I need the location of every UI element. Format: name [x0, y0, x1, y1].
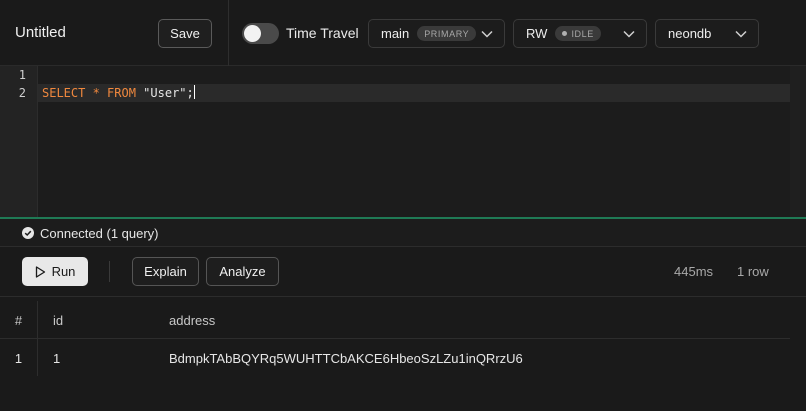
editor-scrollbar[interactable] — [790, 66, 806, 217]
sql-table-name: "User"; — [135, 86, 194, 100]
branch-value: main — [381, 26, 410, 41]
line-number: 1 — [18, 68, 26, 82]
chevron-down-icon — [734, 27, 748, 41]
time-travel-toggle[interactable] — [242, 23, 279, 44]
table-header-row: # id address — [0, 301, 790, 339]
query-actions-bar: Run Explain Analyze 445ms 1 row — [0, 247, 806, 297]
mode-badge-label: IDLE — [571, 28, 594, 39]
results-table: # id address 1 1 BdmpkTAbBQYRq5WUHTTCbAK… — [0, 298, 790, 377]
branch-select[interactable]: main PRIMARY — [368, 19, 505, 48]
run-label: Run — [51, 264, 76, 279]
row-index: 1 — [0, 339, 38, 377]
line-number-gutter: 1 2 — [0, 66, 38, 217]
time-travel-label: Time Travel — [286, 25, 359, 41]
mode-value: RW — [526, 26, 548, 41]
status-dot-icon — [562, 31, 568, 36]
sql-keyword: SELECT — [42, 86, 86, 100]
sql-keyword: FROM — [107, 86, 136, 100]
toggle-knob — [244, 25, 261, 42]
column-header-index[interactable]: # — [0, 301, 38, 339]
query-title[interactable]: Untitled — [15, 24, 66, 41]
database-select[interactable]: neondb — [655, 19, 759, 48]
chevron-down-icon — [622, 27, 636, 41]
save-button[interactable]: Save — [158, 19, 212, 48]
query-duration: 445ms — [674, 264, 714, 279]
mode-select[interactable]: RW IDLE — [513, 19, 647, 48]
column-header-id[interactable]: id — [53, 301, 63, 339]
toolbar: Untitled Save Time Travel main PRIMARY R… — [0, 0, 806, 66]
code-line[interactable] — [38, 66, 790, 84]
actions-divider — [109, 261, 110, 282]
connection-status-text: Connected (1 query) — [40, 226, 159, 241]
results-empty-area — [0, 376, 806, 411]
table-row[interactable]: 1 1 BdmpkTAbBQYRq5WUHTTCbAKCE6HbeoSzLZu1… — [0, 339, 790, 377]
check-circle-icon — [22, 227, 34, 239]
run-button[interactable]: Run — [22, 257, 88, 286]
branch-badge: PRIMARY — [417, 26, 477, 41]
row-count: 1 row — [737, 264, 769, 279]
sql-statement: SELECT * FROM "User"; — [42, 85, 195, 100]
connection-status-bar: Connected (1 query) — [0, 219, 806, 247]
cell-address[interactable]: BdmpkTAbBQYRq5WUHTTCbAKCE6HbeoSzLZu1inQR… — [169, 339, 523, 377]
sql-star: * — [85, 86, 108, 100]
branch-badge-label: PRIMARY — [424, 28, 470, 39]
play-icon — [35, 265, 45, 278]
toolbar-divider — [228, 0, 229, 66]
analyze-button[interactable]: Analyze — [206, 257, 279, 286]
chevron-down-icon — [480, 27, 494, 41]
cell-id[interactable]: 1 — [53, 339, 60, 377]
mode-status-badge: IDLE — [555, 26, 601, 41]
text-cursor — [193, 85, 195, 99]
sql-editor[interactable]: 1 2 SELECT * FROM "User"; — [0, 66, 790, 217]
explain-button[interactable]: Explain — [132, 257, 199, 286]
code-line-active[interactable]: SELECT * FROM "User"; — [38, 84, 790, 102]
line-number: 2 — [18, 86, 26, 100]
column-header-address[interactable]: address — [169, 301, 215, 339]
database-value: neondb — [668, 26, 712, 41]
